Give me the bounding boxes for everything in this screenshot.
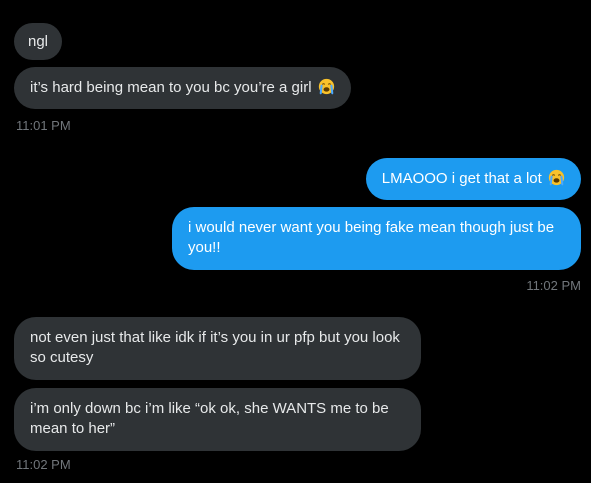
- received-message-bubble[interactable]: ngl: [14, 23, 63, 60]
- message-timestamp: 11:01 PM: [16, 118, 71, 133]
- message-text: it’s hard being mean to you bc you’re a …: [30, 79, 312, 96]
- message-text: i would never want you being fake mean t…: [188, 219, 555, 256]
- message-timestamp: 11:02 PM: [16, 457, 71, 472]
- message-timestamp: 11:02 PM: [526, 278, 581, 293]
- message-text: not even just that like idk if it’s you …: [30, 329, 400, 366]
- sent-message-bubble[interactable]: LMAOOO i get that a lot: [365, 158, 581, 200]
- received-message-bubble[interactable]: not even just that like idk if it’s you …: [14, 317, 421, 380]
- loudly-crying-face-icon: [548, 169, 565, 186]
- message-text: LMAOOO i get that a lot: [381, 170, 542, 187]
- message-text: ngl: [28, 33, 49, 50]
- received-message-bubble[interactable]: it’s hard being mean to you bc you’re a …: [14, 67, 351, 109]
- message-text: i’m only down bc i’m like “ok ok, she WA…: [30, 400, 389, 437]
- received-message-bubble[interactable]: i’m only down bc i’m like “ok ok, she WA…: [14, 388, 421, 451]
- loudly-crying-face-icon: [318, 78, 334, 95]
- sent-message-bubble[interactable]: i would never want you being fake mean t…: [172, 207, 581, 270]
